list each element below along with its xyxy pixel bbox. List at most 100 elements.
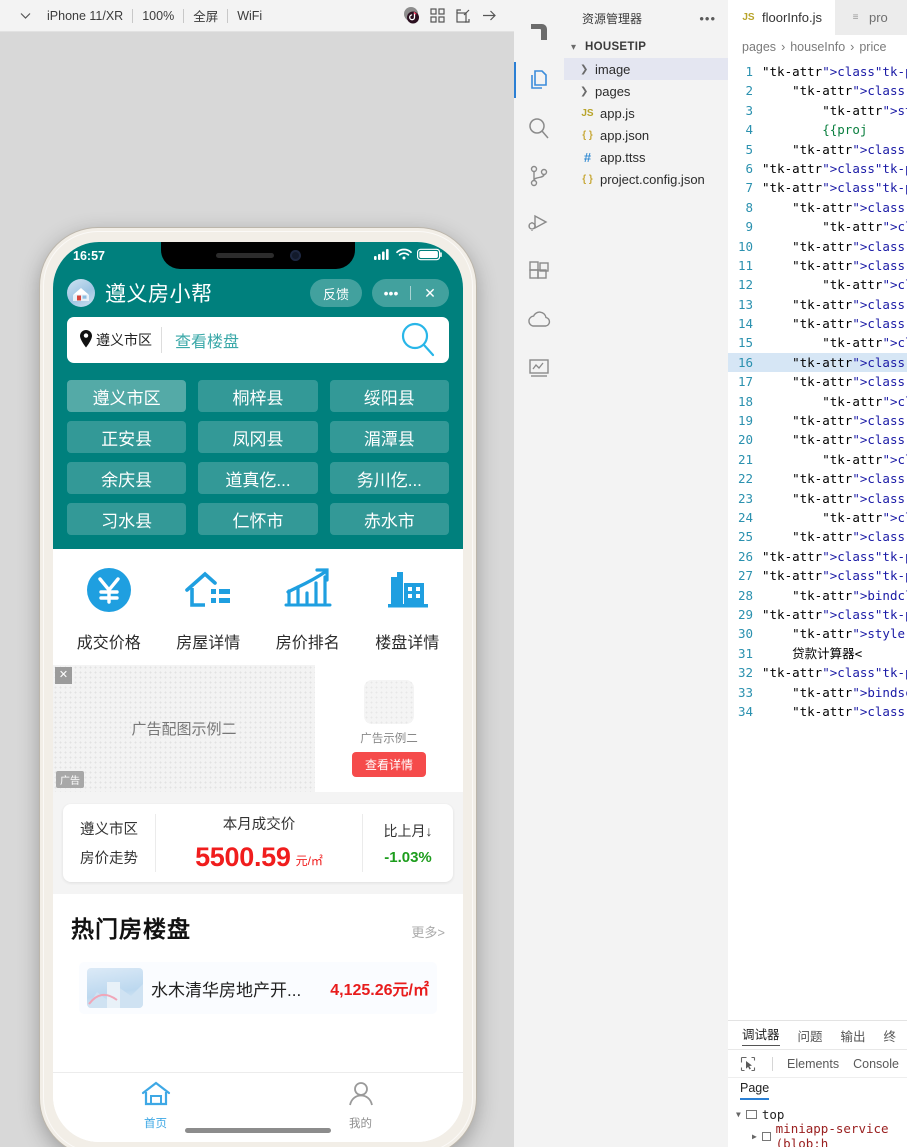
explorer-files-icon[interactable] xyxy=(514,56,564,104)
triangle-right-icon[interactable]: ▶ xyxy=(752,1132,757,1141)
extensions-icon[interactable] xyxy=(514,248,564,296)
screenshot-icon[interactable] xyxy=(450,5,476,27)
district-button[interactable]: 湄潭县 xyxy=(329,421,449,453)
zoom-selector[interactable]: 100% xyxy=(133,9,183,23)
chevron-down-icon[interactable] xyxy=(12,5,38,27)
code-line[interactable]: 25 "tk-attr">class"tk-pun">="tk-pun"></"… xyxy=(728,527,907,546)
run-debug-icon[interactable] xyxy=(514,200,564,248)
nav-item-price[interactable]: 成交价格 xyxy=(59,563,159,653)
devtools-tab-elements[interactable]: Elements xyxy=(787,1057,839,1071)
code-line[interactable]: 2 "tk-attr">class"tk-pun">="tk-pun"><"tk… xyxy=(728,81,907,100)
district-button[interactable]: 遵义市区 xyxy=(67,380,187,412)
page-tab[interactable]: Page xyxy=(740,1081,770,1100)
code-line[interactable]: 20 "tk-attr">class"tk-pun">="tk-pun"><"t… xyxy=(728,430,907,449)
app-logo-icon[interactable] xyxy=(514,8,564,56)
editor-tab-floorinfo[interactable]: JS floorInfo.js xyxy=(728,0,835,35)
tree-item-app-js[interactable]: JS app.js xyxy=(564,102,728,124)
code-line[interactable]: 5 "tk-attr">class"tk-pun">="tk-pun"><"tk… xyxy=(728,140,907,159)
tab-profile[interactable]: 我的 xyxy=(258,1080,463,1131)
code-line[interactable]: 1 "tk-attr">class"tk-pun">="tk-pun"><"tk-… xyxy=(728,62,907,81)
district-button[interactable]: 赤水市 xyxy=(329,503,449,535)
code-line[interactable]: 13 "tk-attr">class"tk-pun">="tk-pun"></"… xyxy=(728,295,907,314)
panel-tab-problems[interactable]: 问题 xyxy=(798,1026,823,1045)
close-button[interactable]: ✕ xyxy=(411,285,449,302)
panel-tab-debugger[interactable]: 调试器 xyxy=(742,1024,780,1046)
list-item[interactable]: 水木清华房地产开... 4,125.26元/㎡ xyxy=(79,962,437,1014)
code-line[interactable]: 10 "tk-attr">class"tk-pun">="tk-pun"></"… xyxy=(728,237,907,256)
code-line[interactable]: 21 "tk-attr">class"tk-pun">="tk-pun"><"t… xyxy=(728,450,907,469)
location-selector[interactable]: 遵义市区 xyxy=(67,329,161,352)
cloud-icon[interactable] xyxy=(514,296,564,344)
grid-icon[interactable] xyxy=(424,5,450,27)
district-button[interactable]: 仁怀市 xyxy=(198,503,318,535)
code-line[interactable]: 15 "tk-attr">class"tk-pun">="tk-pun"><"t… xyxy=(728,333,907,352)
breadcrumb-item[interactable]: price xyxy=(859,40,886,54)
code-line[interactable]: 12 "tk-attr">class"tk-pun">="tk-pun"><"t… xyxy=(728,275,907,294)
tree-item-pages[interactable]: ❯ pages xyxy=(564,80,728,102)
district-button[interactable]: 桐梓县 xyxy=(198,380,318,412)
tree-item-project-config[interactable]: { } project.config.json xyxy=(564,168,728,190)
code-line[interactable]: 23 "tk-attr">class"tk-pun">="tk-pun"><"t… xyxy=(728,489,907,508)
feedback-button[interactable]: 反馈 xyxy=(309,279,362,307)
code-line[interactable]: 34 "tk-attr">class"tk-pun">="tk-pun"><"t… xyxy=(728,702,907,721)
triangle-down-icon[interactable]: ▼ xyxy=(736,1110,741,1119)
code-line[interactable]: 11 "tk-attr">class"tk-pun">="tk-pun"><"t… xyxy=(728,256,907,275)
code-line[interactable]: 17 "tk-attr">class"tk-pun">="tk-pun"><"t… xyxy=(728,372,907,391)
district-button[interactable]: 绥阳县 xyxy=(329,380,449,412)
devtools-tab-console[interactable]: Console xyxy=(853,1057,899,1071)
tree-item-app-ttss[interactable]: # app.ttss xyxy=(564,146,728,168)
editor-tab-pro[interactable]: ≡ pro xyxy=(834,0,901,35)
district-button[interactable]: 道真仡... xyxy=(198,462,318,494)
douyin-logo-icon[interactable] xyxy=(398,5,424,27)
district-button[interactable]: 凤冈县 xyxy=(198,421,318,453)
ad-card[interactable]: 广告示例二 查看详情 xyxy=(315,665,463,792)
price-card[interactable]: 遵义市区 房价走势 本月成交价 5500.59 元/㎡ 比上月↓ -1.03% xyxy=(63,804,453,882)
ad-close-icon[interactable]: ✕ xyxy=(55,667,72,684)
tree-item-image[interactable]: ❯ image xyxy=(564,58,728,80)
nav-item-building[interactable]: 楼盘详情 xyxy=(358,563,458,653)
code-line[interactable]: 22 "tk-attr">class"tk-pun">="tk-pun"></"… xyxy=(728,469,907,488)
code-line[interactable]: 31 贷款计算器< xyxy=(728,644,907,663)
code-line[interactable]: 8 "tk-attr">class"tk-pun">="tk-pun"><"tk… xyxy=(728,198,907,217)
code-line[interactable]: 16 "tk-attr">class"tk-pun">="tk-pun"></"… xyxy=(728,352,907,373)
code-line[interactable]: 4 {{proj xyxy=(728,120,907,139)
tree-item-app-json[interactable]: { } app.json xyxy=(564,124,728,146)
code-line[interactable]: 9 "tk-attr">class"tk-pun">="tk-pun"><"tk… xyxy=(728,217,907,236)
breadcrumb-item[interactable]: houseInfo xyxy=(790,40,845,54)
nav-item-ranking[interactable]: 房价排名 xyxy=(258,563,358,653)
hot-more-link[interactable]: 更多> xyxy=(411,922,445,941)
search-icon[interactable] xyxy=(387,321,449,359)
code-line[interactable]: 30 "tk-attr">style"tk-pun">="mar xyxy=(728,624,907,643)
code-editor[interactable]: 1 "tk-attr">class"tk-pun">="tk-pun"><"tk-… xyxy=(728,59,907,1020)
code-line[interactable]: 18 "tk-attr">class"tk-pun">="tk-pun"><"t… xyxy=(728,392,907,411)
code-line[interactable]: 33 "tk-attr">bindscroll"tk-pun"> xyxy=(728,683,907,702)
explorer-menu-icon[interactable]: ••• xyxy=(699,11,716,26)
code-line[interactable]: 26 "tk-attr">class"tk-pun">="tk-pun"></"t… xyxy=(728,547,907,566)
code-line[interactable]: 32 "tk-attr">class"tk-pun">="tk-pun"><"tk… xyxy=(728,663,907,682)
panel-tab-output[interactable]: 输出 xyxy=(841,1026,866,1045)
device-selector[interactable]: iPhone 11/XR xyxy=(38,9,132,23)
project-root-row[interactable]: ▾ HOUSETIP xyxy=(564,36,728,58)
inspect-element-icon[interactable] xyxy=(738,1055,758,1073)
district-button[interactable]: 余庆县 xyxy=(67,462,187,494)
code-line[interactable]: 19 "tk-attr">class"tk-pun">="tk-pun"></"… xyxy=(728,411,907,430)
source-control-icon[interactable] xyxy=(514,152,564,200)
panel-tab-terminal[interactable]: 终 xyxy=(884,1026,897,1045)
arrow-right-icon[interactable] xyxy=(476,5,502,27)
code-line[interactable]: 14 "tk-attr">class"tk-pun">="tk-pun"><"t… xyxy=(728,314,907,333)
monitor-chart-icon[interactable] xyxy=(514,344,564,392)
dom-row-service[interactable]: ▶ miniapp-service (blob:h xyxy=(728,1121,907,1147)
code-line[interactable]: 6 "tk-attr">class"tk-pun">="tk-pun"></"tk… xyxy=(728,159,907,178)
code-line[interactable]: 28 "tk-attr">bindclose"tk-pun">= xyxy=(728,586,907,605)
district-button[interactable]: 习水县 xyxy=(67,503,187,535)
code-line[interactable]: 27 "tk-attr">class"tk-pun">="tk-pun"><"tk… xyxy=(728,566,907,585)
nav-item-house-detail[interactable]: 房屋详情 xyxy=(159,563,259,653)
ad-cta-button[interactable]: 查看详情 xyxy=(351,752,426,777)
code-line[interactable]: 7 "tk-attr">class"tk-pun">="tk-pun"><"tk-… xyxy=(728,178,907,197)
more-button[interactable]: ••• xyxy=(372,285,410,301)
code-line[interactable]: 29 "tk-attr">class"tk-pun">="tk-pun"><"tk… xyxy=(728,605,907,624)
tab-home[interactable]: 首页 xyxy=(53,1080,258,1131)
breadcrumb-item[interactable]: pages xyxy=(742,40,776,54)
district-button[interactable]: 正安县 xyxy=(67,421,187,453)
code-line[interactable]: 3 "tk-attr">style"tk-pun">= xyxy=(728,101,907,120)
